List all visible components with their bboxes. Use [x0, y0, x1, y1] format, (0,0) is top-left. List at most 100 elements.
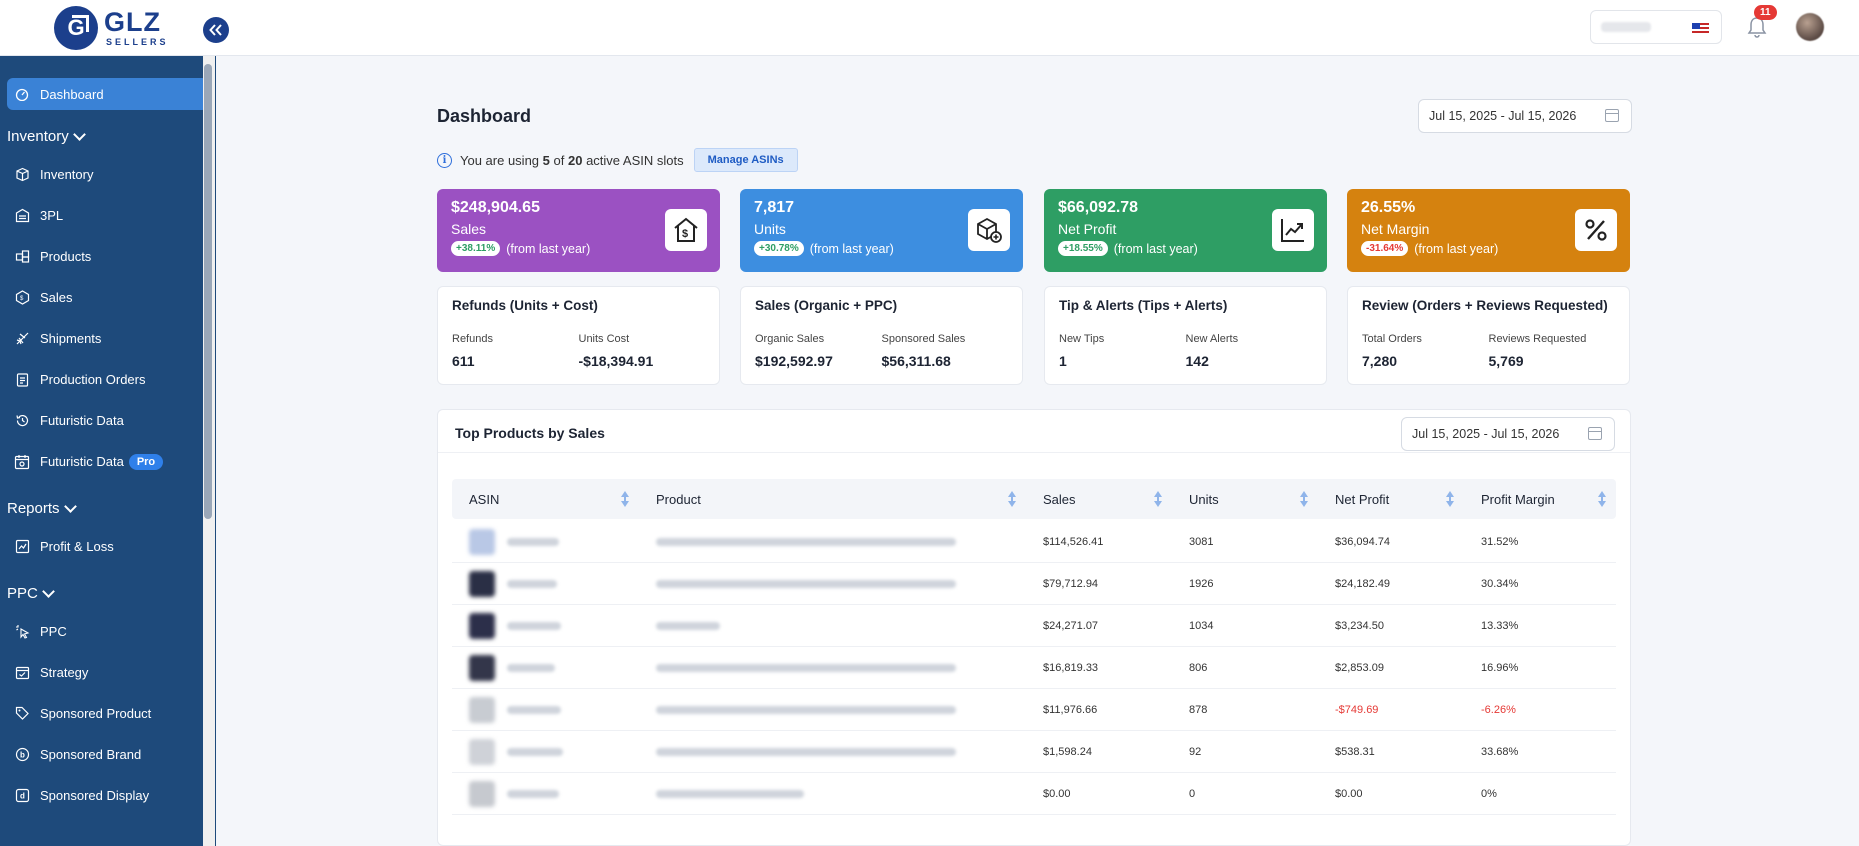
sort-icon[interactable]	[621, 491, 629, 507]
table-row[interactable]: $114,526.41 3081 $36,094.74 31.52%	[452, 521, 1616, 563]
sort-icon[interactable]	[1598, 491, 1606, 507]
profit-margin-cell: 16.96%	[1481, 661, 1519, 674]
collapse-sidebar-button[interactable]	[203, 17, 229, 43]
panel-title: Top Products by Sales	[455, 425, 605, 441]
sidebar-item-futuristic-data-pro[interactable]: Futuristic Data Pro	[0, 441, 216, 482]
sidebar-item-profit-loss[interactable]: Profit & Loss	[0, 526, 216, 567]
pro-badge: Pro	[128, 453, 164, 470]
sidebar-item-futuristic-data[interactable]: Futuristic Data	[0, 400, 216, 441]
sidebar-item-sales[interactable]: $ Sales	[0, 277, 216, 318]
card-value: 5,769	[1488, 353, 1524, 369]
asin-cell[interactable]	[452, 647, 639, 689]
sort-icon[interactable]	[1446, 491, 1454, 507]
card-value: 142	[1185, 353, 1209, 369]
section-title: Reports	[7, 499, 60, 517]
units-cell: 92	[1189, 745, 1202, 758]
card-key: Reviews Requested	[1488, 333, 1587, 345]
sidebar-item-inventory[interactable]: Inventory	[0, 154, 216, 195]
plane-icon	[13, 330, 31, 348]
sales-cell: $114,526.41	[1043, 535, 1104, 548]
column-header-sales[interactable]: Sales	[1026, 479, 1172, 519]
product-cell[interactable]	[639, 647, 1026, 689]
sort-icon[interactable]	[1008, 491, 1016, 507]
sidebar-item-label: 3PL	[40, 208, 64, 223]
box-icon	[13, 166, 31, 184]
sidebar-item-production-orders[interactable]: Production Orders	[0, 359, 216, 400]
asin-cell[interactable]	[452, 605, 639, 647]
kpi-change-note: (from last year)	[506, 241, 591, 256]
products-icon	[13, 248, 31, 266]
table-row[interactable]: $79,712.94 1926 $24,182.49 30.34%	[452, 563, 1616, 605]
sidebar-item-label: PPC	[40, 624, 67, 639]
units-cell: 806	[1189, 661, 1208, 674]
product-cell[interactable]	[639, 521, 1026, 563]
sales-cell: $0.00	[1043, 787, 1071, 800]
table-row[interactable]: $24,271.07 1034 $3,234.50 13.33%	[452, 605, 1616, 647]
product-cell[interactable]	[639, 731, 1026, 773]
asin-cell[interactable]	[452, 731, 639, 773]
kpi-change-note: (from last year)	[1113, 241, 1198, 256]
asin-cell[interactable]	[452, 521, 639, 563]
product-name-blurred	[656, 537, 956, 546]
top-products-date-picker[interactable]: Jul 15, 2025 - Jul 15, 2026	[1401, 417, 1615, 451]
sort-icon[interactable]	[1300, 491, 1308, 507]
house-dollar-icon: $	[665, 209, 707, 251]
column-header-net-profit[interactable]: Net Profit	[1318, 479, 1464, 519]
sidebar-item-products[interactable]: Products	[0, 236, 216, 277]
sidebar-item-shipments[interactable]: Shipments	[0, 318, 216, 359]
product-cell[interactable]	[639, 563, 1026, 605]
card-value: $56,311.68	[881, 353, 951, 369]
asin-blurred	[507, 789, 559, 798]
profit-margin-cell: 0%	[1481, 787, 1497, 800]
tag-settings-icon	[13, 705, 31, 723]
kpi-card-sales: $248,904.65 Sales +38.11% (from last year…	[437, 189, 720, 272]
card-key: Sponsored Sales	[881, 333, 966, 345]
card-key: New Tips	[1059, 333, 1105, 345]
sidebar-nav: Dashboard Inventory Inventory 3PL Produc…	[0, 56, 216, 816]
column-header-units[interactable]: Units	[1172, 479, 1318, 519]
logo[interactable]: G GLZ SELLERS	[0, 0, 216, 56]
asin-cell[interactable]	[452, 563, 639, 605]
date-range-picker[interactable]: Jul 15, 2025 - Jul 15, 2026	[1418, 99, 1632, 133]
sidebar-item-sponsored-display[interactable]: d Sponsored Display	[0, 775, 216, 816]
sidebar-section-reports[interactable]: Reports	[0, 490, 216, 526]
sidebar-item-label: Futuristic Data	[40, 413, 124, 428]
table-row[interactable]: $11,976.66 878 -$749.69 -6.26%	[452, 689, 1616, 731]
product-thumbnail	[469, 654, 495, 681]
card-value: $192,592.97	[755, 353, 833, 369]
table-row[interactable]: $0.00 0 $0.00 0%	[452, 773, 1616, 815]
calendar-gear-icon	[13, 453, 31, 471]
column-header-product[interactable]: Product	[639, 479, 1026, 519]
asin-cell[interactable]	[452, 689, 639, 731]
sidebar-item-strategy[interactable]: Strategy	[0, 652, 216, 693]
column-header-asin[interactable]: ASIN	[452, 479, 639, 519]
table-row[interactable]: $16,819.33 806 $2,853.09 16.96%	[452, 647, 1616, 689]
avatar[interactable]	[1796, 13, 1824, 41]
asin-cell[interactable]	[452, 773, 639, 815]
marketplace-select[interactable]	[1590, 10, 1722, 44]
svg-text:$: $	[20, 296, 24, 302]
product-cell[interactable]	[639, 773, 1026, 815]
product-cell[interactable]	[639, 689, 1026, 731]
sidebar-item-dashboard[interactable]: Dashboard	[7, 78, 208, 110]
sidebar-item-ppc[interactable]: PPC	[0, 611, 216, 652]
sidebar-item-sponsored-brand[interactable]: b Sponsored Brand	[0, 734, 216, 775]
product-cell[interactable]	[639, 605, 1026, 647]
sidebar-section-inventory[interactable]: Inventory	[0, 118, 216, 154]
sidebar-item-label: Sponsored Display	[40, 788, 150, 803]
chevron-down-icon	[63, 499, 77, 513]
card-title: Review (Orders + Reviews Requested)	[1362, 298, 1608, 313]
table-header: ASIN Product Sales Units Net Profit Prof…	[452, 479, 1616, 519]
sidebar-scrollbar[interactable]	[204, 64, 212, 519]
sort-icon[interactable]	[1154, 491, 1162, 507]
sidebar-item-sponsored-product[interactable]: Sponsored Product	[0, 693, 216, 734]
sidebar-section-ppc[interactable]: PPC	[0, 575, 216, 611]
card-title: Sales (Organic + PPC)	[755, 298, 898, 313]
table-row[interactable]: $1,598.24 92 $538.31 33.68%	[452, 731, 1616, 773]
profit-margin-cell: -6.26%	[1481, 703, 1516, 716]
sidebar-item-3pl[interactable]: 3PL	[0, 195, 216, 236]
svg-text:$: $	[682, 228, 688, 240]
manage-asins-button[interactable]: Manage ASINs	[693, 148, 798, 172]
column-label: Product	[656, 491, 701, 507]
column-header-profit-margin[interactable]: Profit Margin	[1464, 479, 1616, 519]
